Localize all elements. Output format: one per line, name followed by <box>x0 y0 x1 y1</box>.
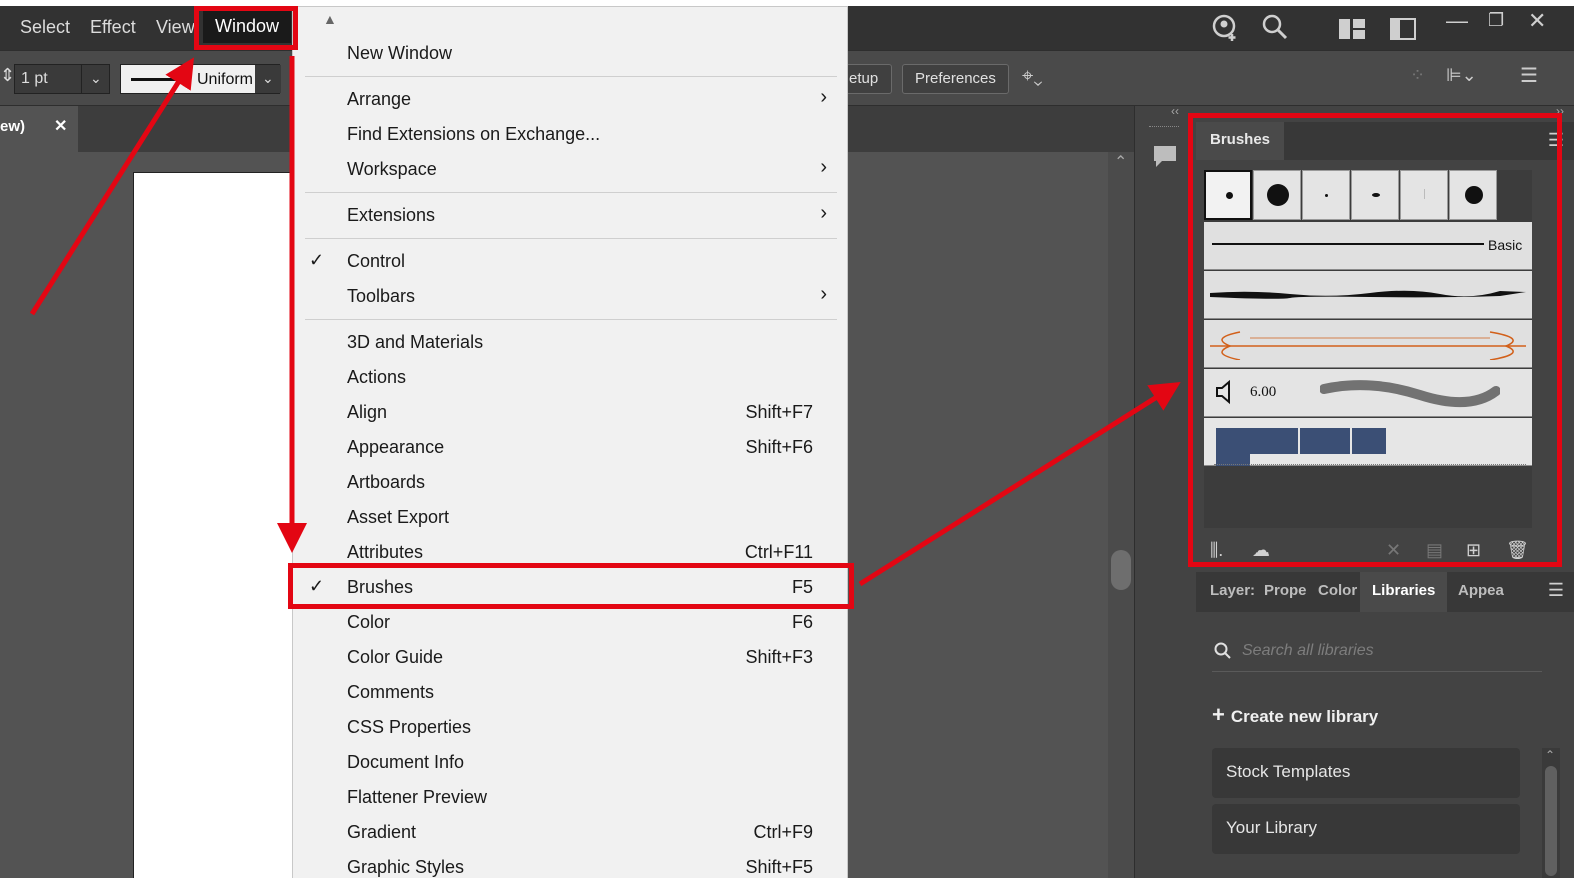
arrow-to-window-menu <box>29 57 195 316</box>
annotation-arrows <box>29 56 1181 587</box>
arrow-to-brushes-panel <box>858 382 1181 587</box>
